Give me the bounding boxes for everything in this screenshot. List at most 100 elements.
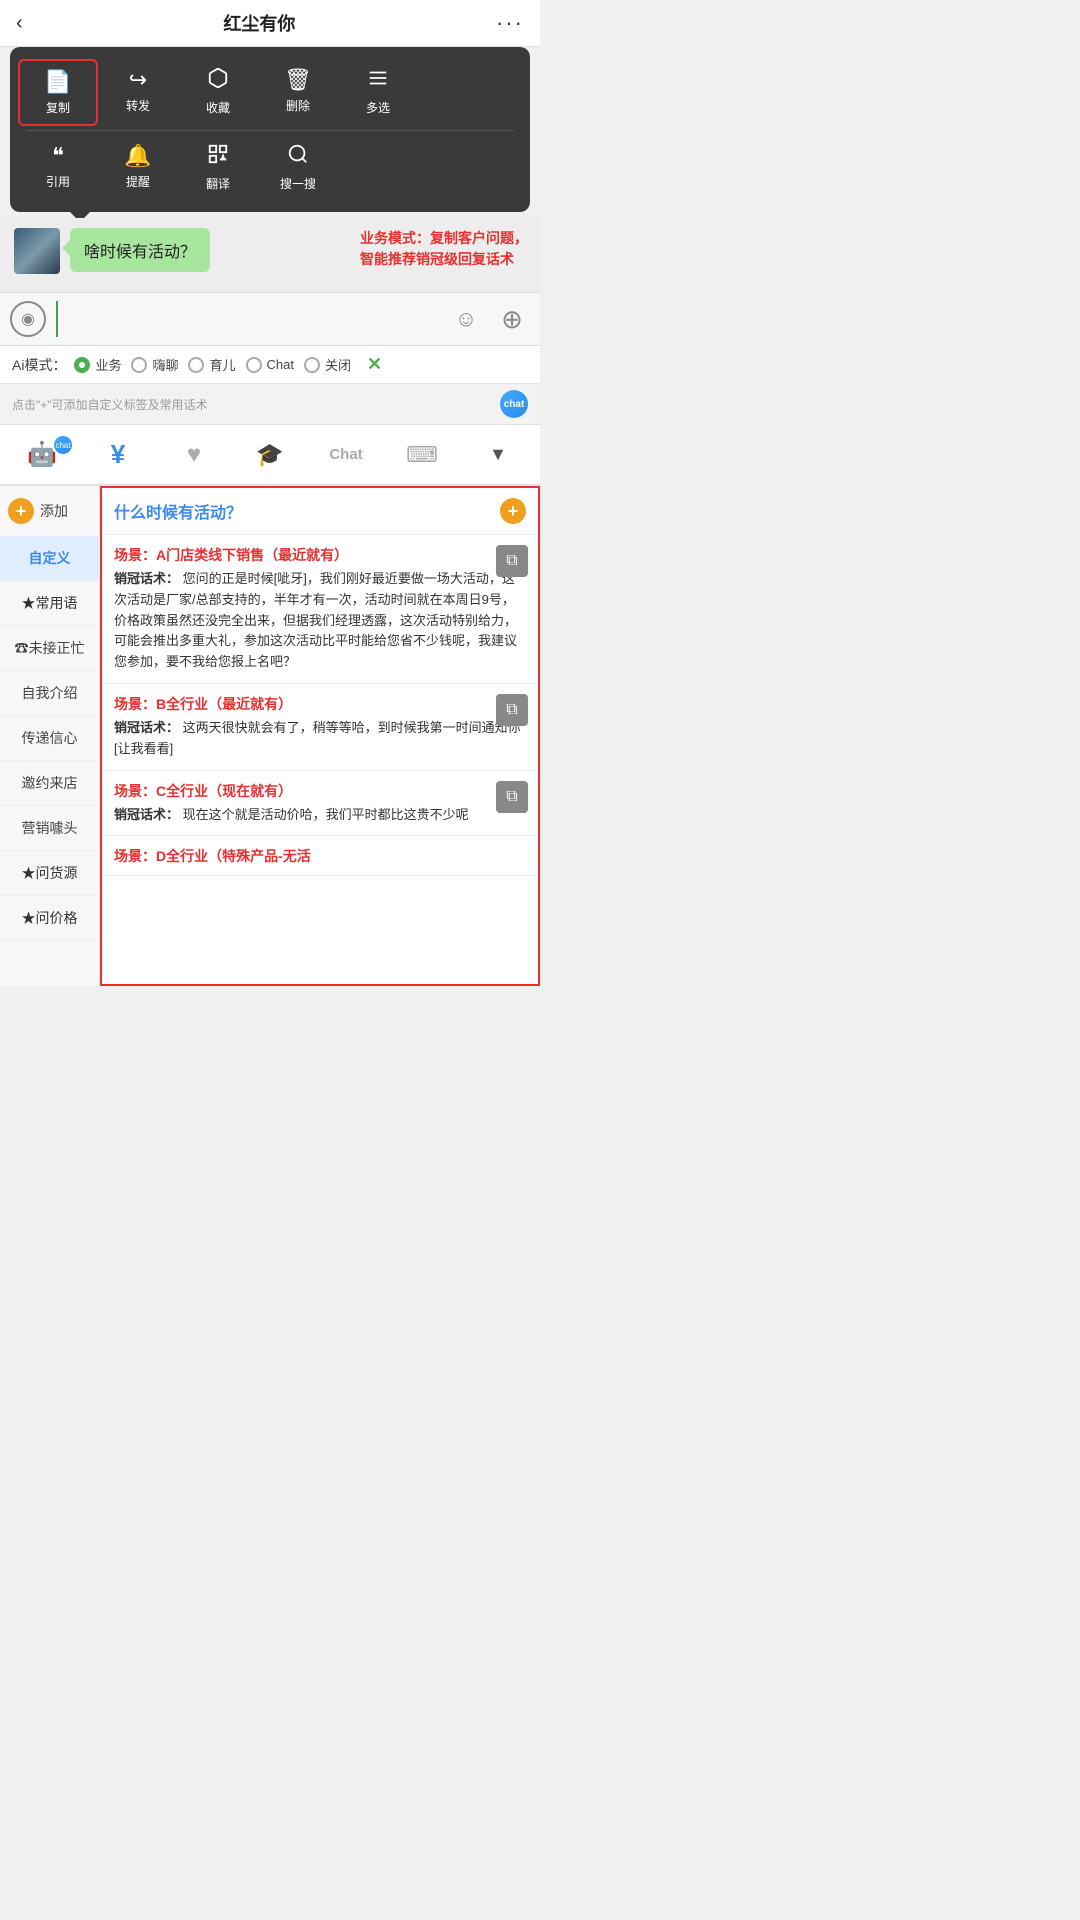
sidebar-item-invite-label: 邀约来店 <box>22 775 78 791</box>
ai-mode-close-button[interactable]: ✕ <box>367 354 382 375</box>
menu-quote[interactable]: ❝ 引用 <box>18 135 98 200</box>
toolbar-rmb[interactable]: ¥ <box>80 433 156 476</box>
keyboard-icon: ⌨ <box>406 442 438 468</box>
emoji-button[interactable]: ☺ <box>448 301 484 337</box>
toolbar-down[interactable]: ▼ <box>460 438 536 471</box>
menu-remind-label: 提醒 <box>126 173 150 190</box>
copy-a-icon: ⧉ <box>506 552 517 570</box>
chat-badge: chat <box>500 390 528 418</box>
copy-scenario-a-button[interactable]: ⧉ <box>496 545 528 577</box>
top-nav: ‹ 红尘有你 ··· <box>0 0 540 47</box>
ai-mode-chat-radio[interactable] <box>246 357 262 373</box>
scenario-card-d: 场景：D全行业（特殊产品-无活 <box>102 836 538 876</box>
sidebar-item-marketing-label: 营销噱头 <box>22 820 78 836</box>
ai-mode-yuer-radio[interactable] <box>188 357 204 373</box>
menu-row-1: 📄 复制 ↪ 转发 收藏 🗑 删除 多选 <box>18 59 522 126</box>
toolbar-heart[interactable]: ♥ <box>156 435 232 475</box>
back-button[interactable]: ‹ <box>16 12 23 35</box>
sidebar-add-label: 添加 <box>40 501 68 521</box>
voice-button[interactable]: ◉ <box>10 301 46 337</box>
avatar <box>14 228 60 274</box>
scenario-d-label: 场景：D全行业（特殊产品-无活 <box>114 846 526 866</box>
sidebar-item-custom[interactable]: 自定义 <box>0 536 99 581</box>
sidebar-item-self[interactable]: 自我介绍 <box>0 671 99 716</box>
menu-quote-label: 引用 <box>46 173 70 190</box>
robot-icon: 🤖 <box>27 440 57 469</box>
menu-collect[interactable]: 收藏 <box>178 59 258 126</box>
menu-multiselect[interactable]: 多选 <box>338 59 418 126</box>
sidebar-item-goods-label: ★问货源 <box>22 865 78 881</box>
more-button[interactable]: ··· <box>496 10 524 36</box>
menu-delete[interactable]: 🗑 删除 <box>258 59 338 126</box>
sidebar-item-self-label: 自我介绍 <box>22 685 78 701</box>
ai-mode-yewu-label: 业务 <box>95 355 121 374</box>
sidebar-item-goods[interactable]: ★问货源 <box>0 851 99 896</box>
question-add-button[interactable]: + <box>500 498 526 524</box>
sidebar-item-trust[interactable]: 传递信心 <box>0 716 99 761</box>
context-menu: 📄 复制 ↪ 转发 收藏 🗑 删除 多选 <box>10 47 530 212</box>
copy-icon: 📄 <box>44 69 71 95</box>
toolbar-keyboard[interactable]: ⌨ <box>384 436 460 474</box>
sidebar-item-trust-label: 传递信心 <box>22 730 78 746</box>
scenario-card-a: 场景：A门店类线下销售（最近就有） 销冠话术： 您问的正是时候[呲牙]，我们刚好… <box>102 535 538 684</box>
ai-mode-haijiao-radio[interactable] <box>131 357 147 373</box>
ai-mode-chat[interactable]: Chat <box>246 357 294 373</box>
search-icon <box>287 143 309 171</box>
ai-mode-yuer-label: 育儿 <box>209 355 235 374</box>
question-title: 什么时候有活动？ <box>114 499 492 523</box>
sidebar-add-button[interactable]: + 添加 <box>0 486 99 536</box>
ai-mode-haijiao[interactable]: 嗨聊 <box>131 355 178 374</box>
toolbar: 🤖 chat ¥ ♥ 🎓 Chat ⌨ ▼ <box>0 425 540 486</box>
emoji-icon: ☺ <box>455 306 477 332</box>
sidebar-item-marketing[interactable]: 营销噱头 <box>0 806 99 851</box>
robot-badge: chat <box>54 436 72 454</box>
add-attachment-button[interactable]: ⊕ <box>494 301 530 337</box>
forward-icon: ↪ <box>129 67 147 93</box>
sidebar-item-invite[interactable]: 邀约来店 <box>0 761 99 806</box>
translate-icon <box>207 143 229 171</box>
left-sidebar: + 添加 自定义 ★常用语 ☎未接正忙 自我介绍 传递信心 邀约来店 营销噱 <box>0 486 100 986</box>
ai-mode-yewu-radio[interactable] <box>74 357 90 373</box>
sidebar-item-common[interactable]: ★常用语 <box>0 581 99 626</box>
hint-bar: 点击"+"可添加自定义标签及常用话术 chat <box>0 384 540 425</box>
sidebar-item-price[interactable]: ★问价格 <box>0 896 99 941</box>
message-input[interactable] <box>56 301 438 337</box>
menu-forward-label: 转发 <box>126 97 150 114</box>
menu-search[interactable]: 搜一搜 <box>258 135 338 200</box>
sidebar-item-custom-label: 自定义 <box>29 550 71 566</box>
toolbar-hat[interactable]: 🎓 <box>232 436 308 474</box>
main-content: + 添加 自定义 ★常用语 ☎未接正忙 自我介绍 传递信心 邀约来店 营销噱 <box>0 486 540 986</box>
menu-forward[interactable]: ↪ 转发 <box>98 59 178 126</box>
ai-mode-close-radio[interactable] <box>304 357 320 373</box>
copy-scenario-c-button[interactable]: ⧉ <box>496 781 528 813</box>
toolbar-chat-text[interactable]: Chat <box>308 440 384 469</box>
menu-translate[interactable]: 翻译 <box>178 135 258 200</box>
question-header: 什么时候有活动？ + <box>102 488 538 535</box>
sidebar-item-phone[interactable]: ☎未接正忙 <box>0 626 99 671</box>
quote-icon: ❝ <box>52 143 64 169</box>
menu-remind[interactable]: 🔔 提醒 <box>98 135 178 200</box>
chevron-down-icon: ▼ <box>489 444 507 465</box>
scenario-c-label: 场景：C全行业（现在就有） <box>114 781 526 801</box>
ai-mode-label: Ai模式： <box>12 355 66 375</box>
scenario-b-bold: 销冠话术： <box>114 720 179 735</box>
ai-mode-yuer[interactable]: 育儿 <box>188 355 235 374</box>
sidebar-item-price-label: ★问价格 <box>22 910 78 926</box>
toolbar-robot[interactable]: 🤖 chat <box>4 434 80 475</box>
ai-mode-yewu[interactable]: 业务 <box>74 355 121 374</box>
ai-mode-close[interactable]: 关闭 <box>304 355 351 374</box>
menu-delete-label: 删除 <box>286 97 310 114</box>
scenario-b-content: 销冠话术： 这两天很快就会有了，稍等等哈，到时候我第一时间通知你[让我看看] <box>114 718 526 760</box>
ai-mode-haijiao-label: 嗨聊 <box>152 355 178 374</box>
chat-text-icon: Chat <box>329 446 362 463</box>
scenario-b-label: 场景：B全行业（最近就有） <box>114 694 526 714</box>
input-bar: ◉ ☺ ⊕ <box>0 292 540 346</box>
ai-mode-close-label: 关闭 <box>325 355 351 374</box>
scenario-card-b: 场景：B全行业（最近就有） 销冠话术： 这两天很快就会有了，稍等等哈，到时候我第… <box>102 684 538 771</box>
menu-row-2: ❝ 引用 🔔 提醒 翻译 搜一搜 <box>18 135 522 200</box>
chat-bubble-text: 啥时候有活动？ <box>84 244 196 261</box>
rmb-icon: ¥ <box>111 439 125 470</box>
ai-mode-chat-label: Chat <box>267 357 294 372</box>
copy-scenario-b-button[interactable]: ⧉ <box>496 694 528 726</box>
menu-copy[interactable]: 📄 复制 <box>18 59 98 126</box>
